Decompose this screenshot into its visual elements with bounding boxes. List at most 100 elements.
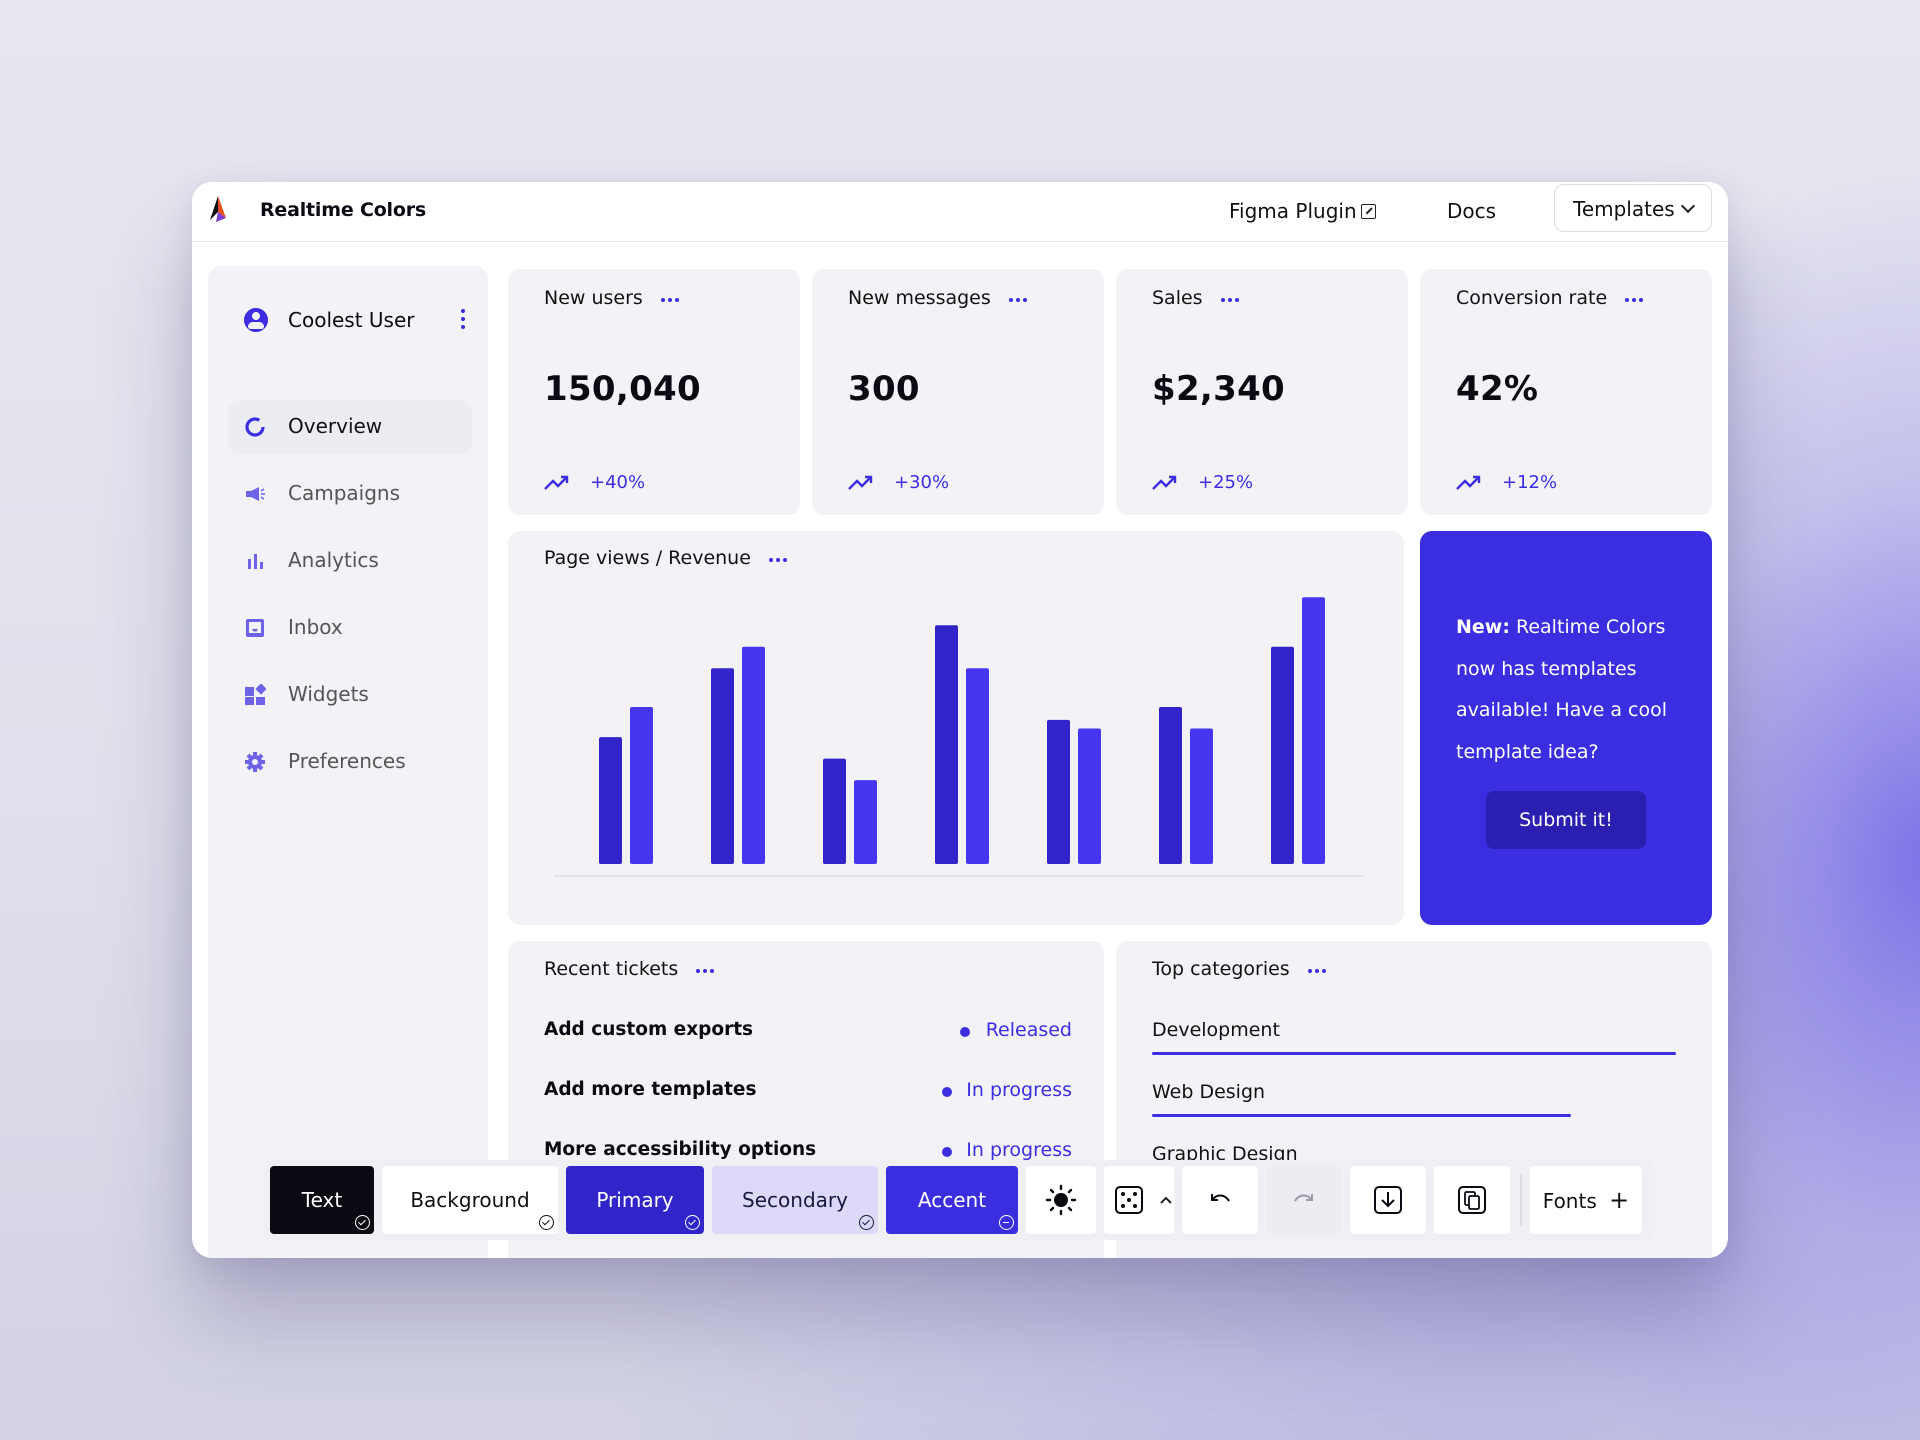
primary-color-button[interactable]: Primary <box>566 1166 704 1234</box>
donut-icon <box>245 417 265 437</box>
primary-color-label: Primary <box>596 1188 674 1212</box>
sidebar-item-label: Preferences <box>288 749 406 773</box>
top-navbar: Realtime Colors Figma Plugin Docs Templa… <box>192 182 1728 242</box>
category-row: Development <box>1152 1019 1676 1055</box>
ticket-row[interactable]: Add custom exports Released <box>544 1019 1072 1049</box>
kebab-menu-icon[interactable] <box>460 307 466 331</box>
brand-name[interactable]: Realtime Colors <box>260 199 426 221</box>
stat-card-title-row: Conversion rate <box>1456 287 1646 310</box>
more-options-icon[interactable] <box>696 956 717 978</box>
lock-check-icon[interactable] <box>539 1215 554 1230</box>
sidebar-item-label: Campaigns <box>288 481 401 505</box>
chevron-up-icon[interactable] <box>1159 1195 1173 1205</box>
lock-check-icon[interactable] <box>355 1215 370 1230</box>
accent-color-button[interactable]: Accent <box>886 1166 1018 1234</box>
text-color-button[interactable]: Text <box>270 1166 374 1234</box>
export-button[interactable] <box>1350 1166 1426 1234</box>
more-options-icon[interactable] <box>660 285 682 307</box>
chart-bar <box>1190 728 1213 864</box>
undo-icon <box>1211 1194 1230 1202</box>
tickets-title-row: Recent tickets <box>544 958 717 981</box>
randomize-button[interactable] <box>1104 1166 1174 1234</box>
background-color-label: Background <box>410 1188 530 1212</box>
trending-up-icon <box>544 475 569 490</box>
sidebar-item-inbox[interactable]: Inbox <box>228 601 472 655</box>
stat-value: 42% <box>1456 369 1539 409</box>
fonts-button[interactable]: Fonts + <box>1530 1166 1642 1234</box>
ticket-name: Add custom exports <box>544 1019 754 1040</box>
docs-link[interactable]: Docs <box>1447 199 1496 223</box>
theme-toggle-button[interactable] <box>1026 1166 1096 1234</box>
user-name: Coolest User <box>288 308 415 332</box>
promo-card: New: Realtime Colors now has templates a… <box>1420 531 1712 925</box>
status-dot-icon <box>960 1027 970 1037</box>
sidebar-item-campaigns[interactable]: Campaigns <box>228 467 472 521</box>
download-icon <box>1374 1186 1402 1214</box>
more-options-icon[interactable] <box>1008 285 1030 307</box>
chart-bar <box>630 706 653 864</box>
sidebar-item-widgets[interactable]: Widgets <box>228 668 472 722</box>
chart-bar <box>1047 719 1070 864</box>
trending-up-icon <box>1152 475 1177 490</box>
stat-card-title-row: New messages <box>848 287 1030 310</box>
chart-bar <box>966 668 989 864</box>
chart-bar <box>854 780 877 864</box>
megaphone-icon <box>246 487 265 501</box>
templates-dropdown[interactable]: Templates <box>1554 184 1712 232</box>
stat-card-new-messages: New messages 300 +30% <box>812 269 1104 515</box>
stat-change: +12% <box>1502 472 1558 493</box>
more-options-icon[interactable] <box>1220 285 1242 307</box>
sidebar-item-preferences[interactable]: Preferences <box>228 735 472 789</box>
chart-bar <box>1302 597 1325 864</box>
user-profile[interactable]: Coolest User <box>244 306 466 336</box>
promo-text: New: Realtime Colors now has templates a… <box>1456 607 1686 773</box>
sidebar-item-label: Inbox <box>288 615 343 639</box>
stat-title: New users <box>544 287 643 309</box>
category-bar <box>1152 1052 1676 1055</box>
stat-card-new-users: New users 150,040 +40% <box>508 269 800 515</box>
category-name: Development <box>1152 1019 1280 1041</box>
secondary-color-label: Secondary <box>742 1188 848 1212</box>
lock-check-icon[interactable] <box>859 1215 874 1230</box>
undo-button[interactable] <box>1182 1166 1258 1234</box>
copy-button[interactable] <box>1434 1166 1510 1234</box>
categories-title-row: Top categories <box>1152 958 1329 981</box>
trending-up-icon <box>1456 475 1481 490</box>
bar-chart-icon <box>248 554 263 569</box>
stat-change: +25% <box>1198 472 1254 493</box>
stat-change: +40% <box>590 472 646 493</box>
submit-button[interactable]: Submit it! <box>1486 791 1646 849</box>
chart-bar <box>823 758 846 864</box>
plus-icon: + <box>1609 1186 1630 1214</box>
chart-bar <box>1271 646 1294 864</box>
sidebar-item-analytics[interactable]: Analytics <box>228 534 472 588</box>
stat-title: Conversion rate <box>1456 287 1608 309</box>
ticket-status: In progress <box>966 1139 1072 1161</box>
toolbar-divider <box>1520 1174 1522 1226</box>
unlock-icon[interactable] <box>999 1215 1014 1230</box>
color-toolbar: Text Background Primary Secondary Accent <box>264 1160 1656 1240</box>
background-color-button[interactable]: Background <box>382 1166 558 1234</box>
secondary-color-button[interactable]: Secondary <box>712 1166 878 1234</box>
trending-up-icon <box>848 475 873 490</box>
stat-change: +30% <box>894 472 950 493</box>
user-avatar-icon <box>244 308 268 332</box>
stat-title: Sales <box>1152 287 1203 309</box>
ticket-row[interactable]: Add more templates In progress <box>544 1079 1072 1109</box>
status-dot-icon <box>942 1087 952 1097</box>
copy-icon <box>1458 1186 1486 1214</box>
figma-plugin-link[interactable]: Figma Plugin <box>1229 199 1376 223</box>
chart-bar <box>742 646 765 864</box>
more-options-icon[interactable] <box>1307 956 1329 978</box>
ticket-name: More accessibility options <box>544 1139 817 1160</box>
sidebar-item-overview[interactable]: Overview <box>228 400 472 454</box>
chart-bar <box>711 668 734 864</box>
sidebar-item-label: Overview <box>288 414 383 438</box>
sidebar-item-label: Analytics <box>288 548 379 572</box>
lock-check-icon[interactable] <box>685 1215 700 1230</box>
widgets-icon <box>245 684 266 705</box>
more-options-icon[interactable] <box>1625 285 1646 307</box>
category-name: Web Design <box>1152 1081 1266 1103</box>
stat-card-title-row: New users <box>544 287 682 310</box>
redo-button[interactable] <box>1266 1166 1342 1234</box>
